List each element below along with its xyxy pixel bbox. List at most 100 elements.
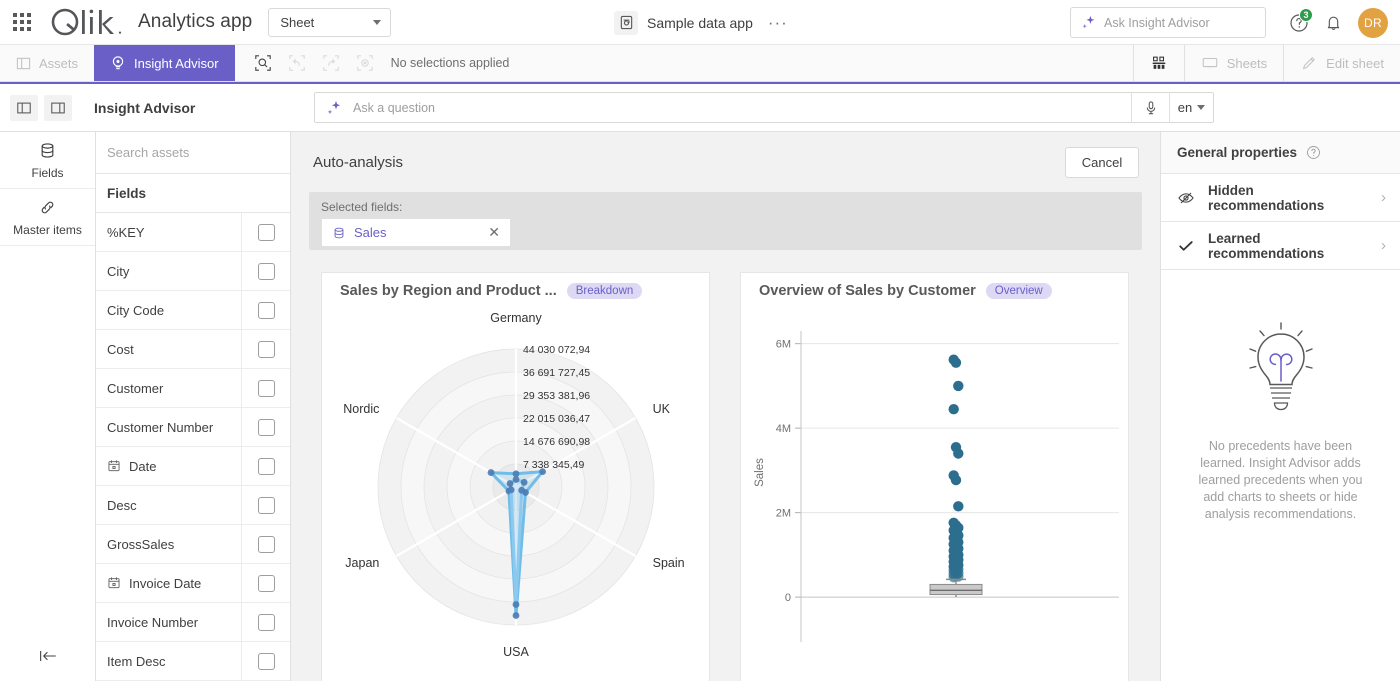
field-name: Customer [96,381,241,396]
collapse-left-icon[interactable] [0,641,96,671]
field-checkbox[interactable] [257,613,275,631]
question-box: Ask a question en [314,92,1214,123]
field-checkbox[interactable] [257,496,275,514]
help-circle-icon[interactable] [1306,145,1321,160]
field-name: Invoice Date [96,576,241,591]
avatar[interactable]: DR [1358,7,1388,38]
chart-badge: Breakdown [566,283,643,299]
app-launcher-icon[interactable] [0,0,44,45]
field-row[interactable]: Cost [96,329,290,369]
help-badge-count: 3 [1299,7,1313,22]
field-label: GrossSales [107,536,175,552]
rail-item-master-items[interactable]: Master items [0,189,95,246]
chevron-right-icon: › [1381,189,1386,206]
field-checkbox[interactable] [257,301,275,319]
field-label: Desc [107,497,137,513]
field-checkbox-cell [241,524,290,564]
lightbulb-icon [1248,322,1313,411]
tab-assets[interactable]: Assets [0,45,94,81]
radar-category-label: USA [503,645,529,659]
field-checkbox[interactable] [257,379,275,397]
field-row[interactable]: Invoice Number [96,602,290,642]
bell-icon[interactable] [1318,8,1348,38]
sheets-button[interactable]: Sheets [1183,45,1283,81]
general-properties-title: General properties [1177,145,1298,160]
field-checkbox[interactable] [257,652,275,670]
field-row[interactable]: City Code [96,290,290,330]
field-label: Customer Number [107,419,214,435]
field-checkbox[interactable] [257,223,275,241]
boxplot-chart: 0 2M 4M 6M Sales [754,331,1119,642]
field-row[interactable]: City [96,251,290,291]
field-label: Date [129,458,157,474]
selected-field-chip[interactable]: Sales ✕ [321,218,511,247]
field-checkbox[interactable] [257,262,275,280]
step-forward-icon[interactable] [315,45,347,81]
cancel-button[interactable]: Cancel [1065,146,1139,178]
field-row[interactable]: %KEY [96,212,290,252]
chart-card-radar[interactable]: Sales by Region and Product ... Breakdow… [321,272,710,681]
toggle-right-pane-icon[interactable] [44,94,72,121]
toggle-left-pane-icon[interactable] [10,94,38,121]
sheet-grid-button[interactable] [1132,45,1184,81]
field-name: GrossSales [96,537,241,552]
insight-advisor-header: Insight Advisor Ask a question en [0,82,1400,132]
auto-analysis-title: Auto-analysis [313,153,404,171]
rail-item-fields[interactable]: Fields [0,132,95,189]
field-checkbox[interactable] [257,340,275,358]
sheets-label: Sheets [1226,55,1268,71]
link-icon [41,201,54,213]
clear-selections-icon[interactable] [349,45,381,81]
field-name: Date [96,459,241,474]
field-row[interactable]: GrossSales [96,524,290,564]
radar-chart: 7 338 345,49 14 676 690,98 22 015 036,47 29… [343,311,684,659]
sparkle-icon [1082,15,1095,29]
field-row[interactable]: Customer Number [96,407,290,447]
language-selector[interactable]: en [1169,92,1213,123]
chart-card-boxplot[interactable]: Overview of Sales by Customer Overview 0… [740,272,1129,681]
field-checkbox-cell [241,368,290,408]
field-row[interactable]: Invoice Date [96,563,290,603]
tab-insight-advisor[interactable]: Insight Advisor [94,45,235,81]
radial-tick-label: 29 353 381,96 [523,390,590,402]
microphone-icon[interactable] [1131,92,1169,123]
ask-insight-advisor-input[interactable]: Ask Insight Advisor [1070,7,1266,38]
ask-a-question-input[interactable]: Ask a question [315,99,1131,117]
step-back-icon[interactable] [281,45,313,81]
field-row[interactable]: Customer [96,368,290,408]
learned-recommendations-row[interactable]: Learned recommendations › [1161,222,1400,270]
field-row[interactable]: Desc [96,485,290,525]
ask-insight-advisor-placeholder: Ask Insight Advisor [1104,15,1210,30]
hidden-recommendations-label: Hidden recommendations [1208,182,1325,213]
sheet-selector[interactable]: Sheet [268,7,392,37]
panel-icon [16,57,31,69]
y-axis-tick-label: 2M [776,508,791,520]
chart-card-radar-header: Sales by Region and Product ... Breakdow… [322,273,709,309]
field-label: Customer [107,380,164,396]
close-icon[interactable]: ✕ [488,224,500,241]
help-circle-icon[interactable]: 3 [1284,7,1314,38]
field-checkbox[interactable] [257,457,275,475]
field-name: City [96,264,241,279]
recommendation-cards: Sales by Region and Product ... Breakdow… [291,272,1160,681]
field-checkbox[interactable] [257,574,275,592]
field-list: %KEY City City Code Cost Customer Customer Nu… [96,212,290,681]
selection-search-icon[interactable] [247,45,279,81]
field-name: Item Desc [96,654,241,669]
radar-category-label: Nordic [343,402,379,416]
field-checkbox[interactable] [257,418,275,436]
field-row[interactable]: Item Desc [96,641,290,681]
search-assets-input[interactable]: Search assets [96,132,290,174]
field-row[interactable]: Date [96,446,290,486]
chevron-down-icon [373,19,382,25]
hidden-recommendations-row[interactable]: Hidden recommendations › [1161,174,1400,222]
edit-sheet-button[interactable]: Edit sheet [1283,45,1400,81]
database-icon [334,227,344,238]
more-options-button[interactable]: ··· [768,13,788,33]
learned-recommendations-label: Learned recommendations [1208,230,1325,261]
field-checkbox[interactable] [257,535,275,553]
qlik-logo[interactable] [50,7,128,37]
rail-item-fields-label: Fields [31,165,64,180]
radial-tick-label: 36 691 727,45 [523,367,590,379]
document-name: Sample data app [647,14,753,31]
